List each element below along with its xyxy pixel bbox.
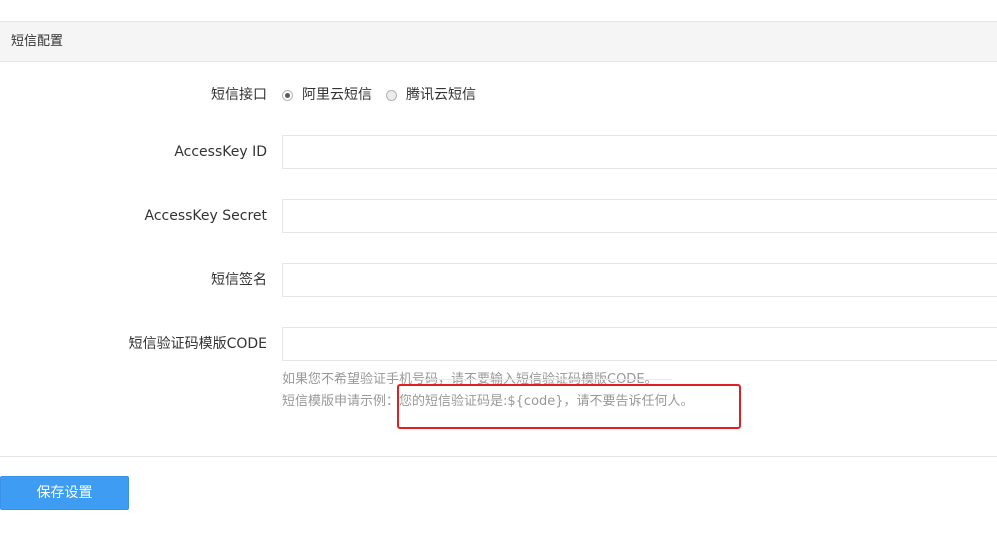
highlight-annotation-box bbox=[397, 384, 741, 429]
radio-tencent-label: 腾讯云短信 bbox=[406, 87, 476, 103]
access-key-secret-input[interactable] bbox=[282, 199, 997, 233]
radio-aliyun[interactable]: 阿里云短信 bbox=[282, 86, 372, 104]
help-text-strikethrough bbox=[420, 379, 672, 380]
template-code-input[interactable] bbox=[282, 327, 997, 361]
radio-unchecked-icon[interactable] bbox=[386, 89, 397, 101]
bottom-divider bbox=[0, 456, 997, 457]
radio-aliyun-label: 阿里云短信 bbox=[302, 87, 372, 103]
radio-tencent[interactable]: 腾讯云短信 bbox=[386, 86, 476, 104]
panel-header: 短信配置 bbox=[0, 22, 997, 62]
save-settings-button[interactable]: 保存设置 bbox=[0, 476, 129, 510]
provider-label: 短信接口 bbox=[211, 87, 267, 103]
sign-name-input[interactable] bbox=[282, 263, 997, 297]
sign-name-label: 短信签名 bbox=[211, 272, 267, 288]
radio-checked-icon[interactable] bbox=[282, 89, 293, 101]
panel-title: 短信配置 bbox=[11, 34, 64, 49]
access-key-id-input[interactable] bbox=[282, 135, 997, 169]
provider-radio-group: 阿里云短信 腾讯云短信 bbox=[282, 86, 490, 104]
access-key-secret-label: AccessKey Secret bbox=[144, 208, 267, 224]
template-code-label: 短信验证码模版CODE bbox=[128, 336, 267, 352]
access-key-id-label: AccessKey ID bbox=[174, 144, 267, 160]
